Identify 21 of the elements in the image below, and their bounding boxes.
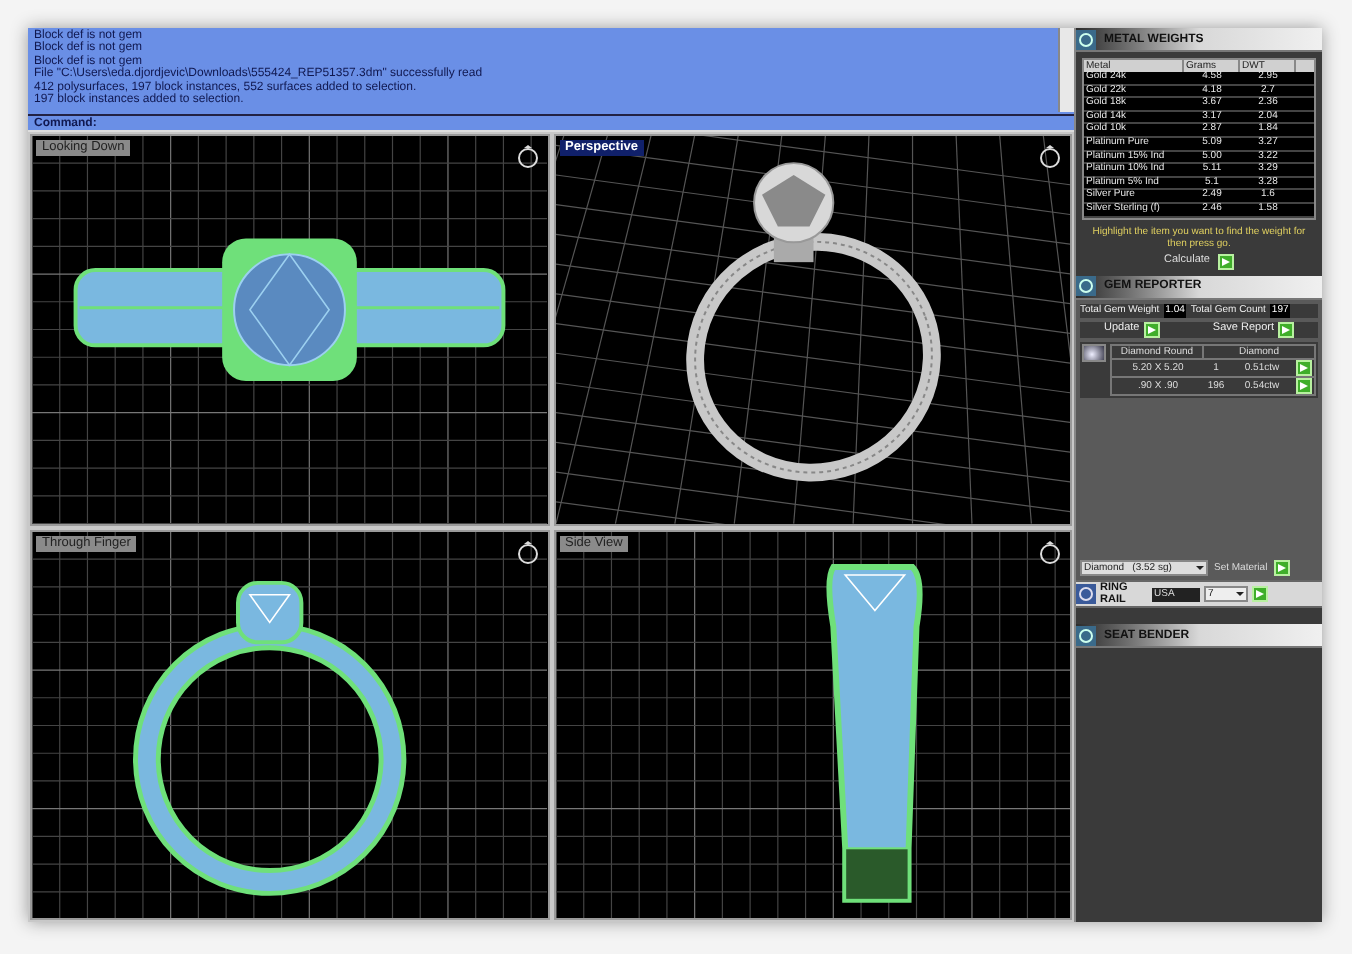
row-go-button[interactable] (1296, 359, 1312, 376)
play-icon (1277, 564, 1286, 573)
play-icon (1147, 325, 1156, 334)
ring-icon (1076, 584, 1096, 605)
scrollbar[interactable] (1058, 28, 1074, 112)
update-button[interactable] (1143, 321, 1160, 338)
dropdown-arrow-icon (1234, 588, 1246, 601)
gem-thumbnail (1082, 343, 1106, 362)
row-go-button[interactable] (1296, 377, 1312, 394)
play-icon (1221, 257, 1230, 266)
dropdown-arrow-icon (1194, 562, 1206, 575)
ring-rail-go-button[interactable] (1252, 586, 1268, 603)
play-icon (1282, 325, 1290, 334)
calculate-button[interactable] (1217, 253, 1234, 270)
view-orientation-icon (515, 539, 539, 563)
view-orientation-icon (1038, 539, 1062, 563)
set-material-button[interactable] (1273, 560, 1290, 577)
view-orientation-icon (515, 144, 539, 168)
view-orientation-icon (1038, 144, 1062, 168)
save-report-button[interactable] (1278, 321, 1294, 338)
play-icon (1256, 590, 1264, 599)
